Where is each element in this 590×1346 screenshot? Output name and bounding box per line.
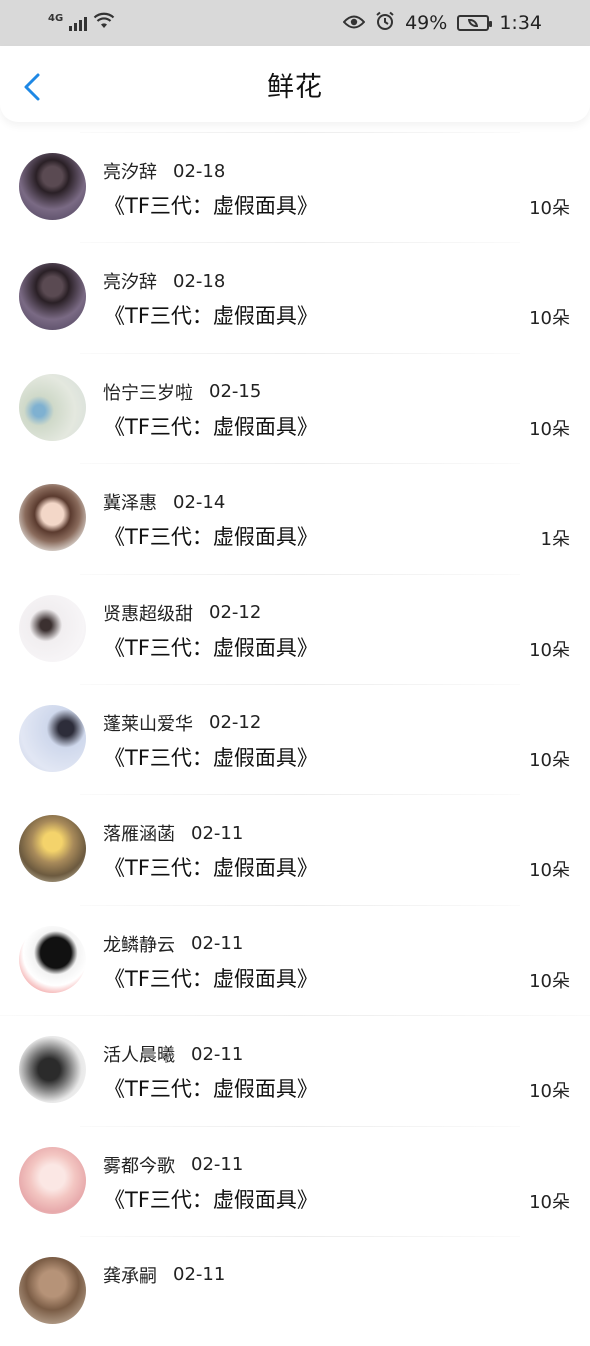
- battery-percent: 49%: [405, 12, 448, 34]
- sender-name: 贤惠超级甜: [103, 603, 193, 625]
- flower-count: 10朵: [529, 860, 570, 882]
- list-item[interactable]: 龚承嗣 02-11: [0, 1235, 590, 1346]
- wifi-icon: [93, 12, 115, 34]
- divider: [80, 132, 520, 133]
- work-title: 《TF三代：虚假面具》: [104, 635, 318, 660]
- sender-name: 龙鳞静云: [103, 934, 175, 956]
- gift-date: 02-11: [173, 1264, 226, 1286]
- gift-date: 02-11: [191, 1154, 244, 1176]
- divider: [80, 794, 520, 796]
- signal-icon: [69, 15, 88, 31]
- chevron-left-icon[interactable]: [22, 72, 42, 101]
- list-item[interactable]: 冀泽惠 02-14 《TF三代：虚假面具》 1朵: [0, 463, 590, 573]
- gift-date: 02-11: [191, 822, 244, 844]
- flower-count: 1朵: [540, 529, 570, 551]
- avatar[interactable]: [19, 1036, 86, 1104]
- list-item[interactable]: 怡宁三岁啦 02-15 《TF三代：虚假面具》 10朵: [0, 352, 590, 463]
- list-item[interactable]: 雾都今歌 02-11 《TF三代：虚假面具》 10朵: [0, 1125, 590, 1236]
- work-title: 《TF三代：虚假面具》: [104, 414, 318, 439]
- work-title: 《TF三代：虚假面具》: [104, 1077, 318, 1102]
- divider: [80, 1235, 520, 1237]
- sender-name: 活人晨曦: [103, 1045, 175, 1067]
- avatar[interactable]: [19, 1256, 86, 1324]
- work-title: 《TF三代：虚假面具》: [104, 966, 318, 991]
- sender-name: 龚承嗣: [103, 1265, 157, 1287]
- flower-count: 10朵: [529, 418, 570, 440]
- flower-gift-list: 亮汐辞 02-18 《TF三代：虚假面具》 10朵 亮汐辞 02-18 《TF三…: [0, 132, 590, 1346]
- list-item[interactable]: 亮汐辞 02-18 《TF三代：虚假面具》 10朵: [0, 242, 590, 352]
- divider: [80, 463, 520, 465]
- flower-count: 10朵: [529, 1191, 570, 1213]
- gift-date: 02-15: [209, 381, 262, 403]
- flower-count: 10朵: [529, 970, 570, 992]
- network-type: 4G: [48, 12, 64, 24]
- sender-name: 落雁涵菡: [103, 824, 175, 846]
- divider: [0, 1015, 590, 1017]
- list-item[interactable]: 龙鳞静云 02-11 《TF三代：虚假面具》 10朵: [0, 904, 590, 1015]
- work-title: 《TF三代：虚假面具》: [104, 525, 318, 550]
- flower-count: 10朵: [529, 308, 570, 330]
- divider: [80, 242, 520, 244]
- app-header: 鲜花: [0, 46, 590, 122]
- divider: [80, 683, 520, 685]
- avatar[interactable]: [19, 263, 86, 331]
- gift-date: 02-12: [209, 602, 262, 624]
- gift-date: 02-14: [173, 491, 226, 513]
- status-bar: 4G 49% 1:34: [0, 0, 590, 46]
- avatar[interactable]: [19, 153, 86, 220]
- avatar[interactable]: [19, 594, 86, 662]
- clock: 1:34: [499, 12, 542, 34]
- flower-count: 10朵: [529, 1081, 570, 1103]
- list-item[interactable]: 蓬莱山爱华 02-12 《TF三代：虚假面具》 10朵: [0, 683, 590, 794]
- battery-icon: [457, 15, 493, 31]
- sender-name: 亮汐辞: [103, 162, 157, 183]
- avatar[interactable]: [19, 815, 86, 883]
- status-left: 4G: [48, 12, 115, 34]
- avatar[interactable]: [19, 373, 86, 441]
- gift-date: 02-12: [209, 712, 262, 734]
- avatar[interactable]: [19, 925, 86, 993]
- page-title: 鲜花: [267, 71, 323, 103]
- flower-count: 10朵: [529, 198, 570, 219]
- avatar[interactable]: [19, 704, 86, 772]
- divider: [80, 352, 520, 354]
- avatar[interactable]: [19, 484, 86, 552]
- divider: [80, 904, 520, 906]
- avatar[interactable]: [19, 1146, 86, 1214]
- alarm-icon: [375, 11, 395, 36]
- sender-name: 亮汐辞: [103, 272, 157, 294]
- flower-count: 10朵: [529, 749, 570, 771]
- work-title: 《TF三代：虚假面具》: [104, 194, 318, 218]
- list-item[interactable]: 落雁涵菡 02-11 《TF三代：虚假面具》 10朵: [0, 794, 590, 904]
- flower-count: 10朵: [529, 639, 570, 661]
- work-title: 《TF三代：虚假面具》: [104, 304, 318, 329]
- eye-icon: [342, 12, 366, 34]
- work-title: 《TF三代：虚假面具》: [104, 856, 318, 881]
- gift-date: 02-11: [191, 933, 244, 955]
- sender-name: 冀泽惠: [103, 493, 157, 515]
- gift-date: 02-18: [173, 160, 226, 182]
- divider: [80, 1125, 520, 1127]
- sender-name: 怡宁三岁啦: [103, 382, 193, 404]
- gift-date: 02-11: [191, 1043, 244, 1065]
- work-title: 《TF三代：虚假面具》: [104, 745, 318, 770]
- list-item[interactable]: 贤惠超级甜 02-12 《TF三代：虚假面具》 10朵: [0, 573, 590, 684]
- sender-name: 雾都今歌: [103, 1155, 175, 1177]
- list-item[interactable]: 亮汐辞 02-18 《TF三代：虚假面具》 10朵: [0, 132, 590, 242]
- status-right: 49% 1:34: [342, 11, 542, 36]
- list-item[interactable]: 活人晨曦 02-11 《TF三代：虚假面具》 10朵: [0, 1015, 590, 1125]
- divider: [80, 573, 520, 575]
- sender-name: 蓬莱山爱华: [103, 713, 193, 735]
- gift-date: 02-18: [173, 270, 226, 292]
- work-title: 《TF三代：虚假面具》: [104, 1187, 318, 1212]
